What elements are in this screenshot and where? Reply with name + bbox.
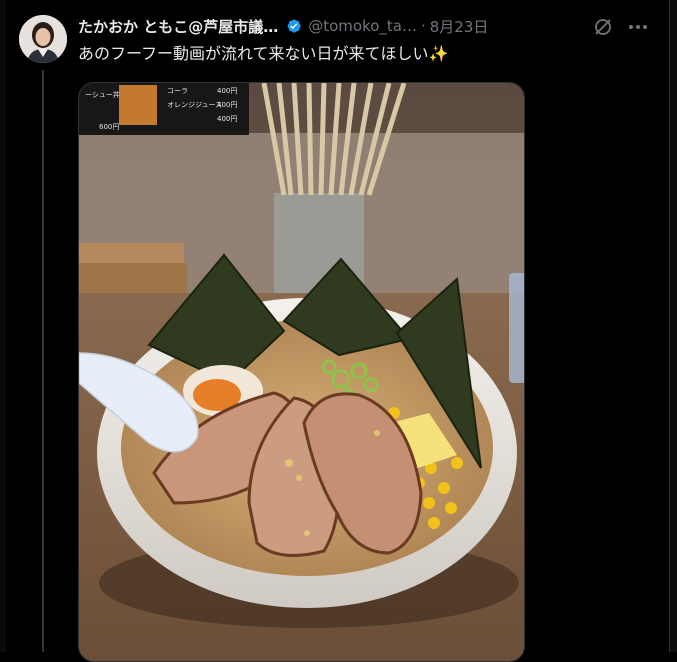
menu-price-1: 400円: [217, 87, 237, 95]
menu-item-2: コーラ: [167, 87, 188, 95]
more-icon[interactable]: [624, 14, 652, 40]
grok-icon[interactable]: [590, 14, 616, 40]
tweet-date[interactable]: 8月23日: [430, 16, 489, 37]
menu-price-3: 400円: [217, 115, 237, 123]
tweet-text: あのフーフー動画が流れて来ない日が来てほしい✨: [78, 44, 449, 63]
menu-price-4: 600円: [99, 123, 119, 131]
tweet-header: たかおか ともこ@芦屋市議… @tomoko_ta… · 8月23日: [78, 14, 658, 38]
verified-badge-icon[interactable]: [284, 17, 302, 35]
avatar[interactable]: [19, 15, 67, 63]
thread-connector-line: [42, 70, 44, 652]
menu-item-3: オレンジジュース: [167, 101, 222, 109]
left-panel-edge: [0, 0, 6, 652]
author-display-name[interactable]: たかおか ともこ@芦屋市議…: [78, 16, 278, 37]
ramen-photo: ーシュー丼 コーラ オレンジジュース 400円 400円 400円 600円: [79, 83, 524, 661]
menu-price-2: 400円: [217, 101, 237, 109]
menu-item-1: ーシュー丼: [85, 90, 120, 99]
separator-dot: ·: [420, 17, 426, 35]
author-handle[interactable]: @tomoko_ta…: [308, 17, 417, 35]
tweet-photo[interactable]: ーシュー丼 コーラ オレンジジュース 400円 400円 400円 600円: [78, 82, 525, 662]
scrollbar-track[interactable]: [670, 0, 677, 652]
avatar-photo: [19, 15, 67, 63]
